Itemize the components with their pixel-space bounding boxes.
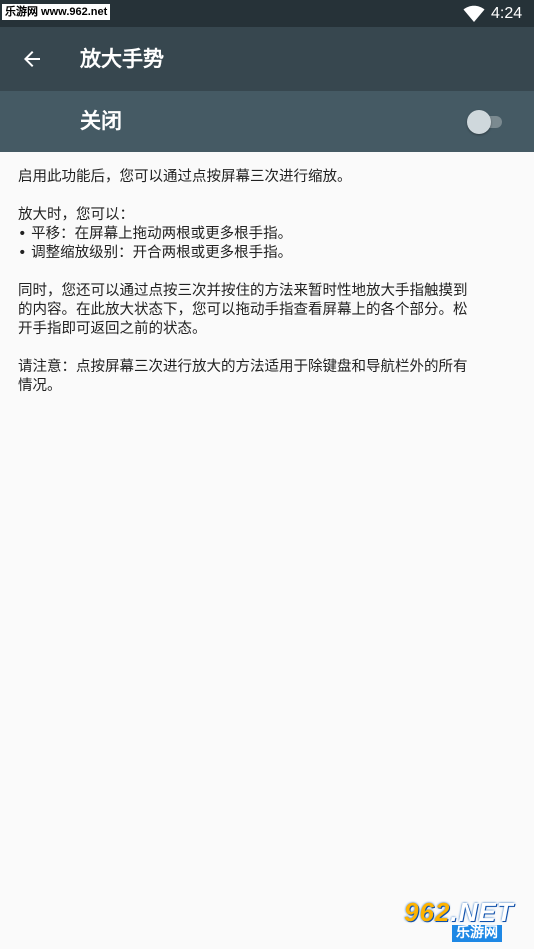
page-title: 放大手势 (80, 47, 164, 71)
when-zoomed-text: 放大时，您可以： (18, 207, 134, 223)
watermark-number: 962 (404, 897, 451, 927)
arrow-back-icon (24, 51, 40, 67)
status-time: 4:24 (491, 5, 523, 22)
watermark-logo: 962.NET 乐游网 (394, 897, 530, 943)
temp-line: 同时，您还可以通过点按三次并按住的方法来暂时性地放大手指触摸到 (18, 283, 468, 299)
temp-line: 的内容。在此放大状态下，您可以拖动手指查看屏幕上的各个部分。松 (18, 302, 468, 318)
watermark-main: 962.NET (404, 897, 514, 927)
source-label: 乐游网 www.962.net (2, 4, 111, 20)
magnification-toggle[interactable] (466, 108, 506, 136)
wifi-icon (463, 5, 485, 23)
bullet-pan: • 平移：在屏幕上拖动两根或更多根手指。 (18, 226, 293, 242)
note-text: 请注意：点按屏幕三次进行放大的方法适用于除键盘和导航栏外的所有 情况。 (18, 358, 518, 396)
status-bar: 乐游网 www.962.net 4:24 (0, 0, 534, 27)
app-toolbar: 放大手势 (0, 27, 534, 91)
bullet-zoom-level: • 调整缩放级别：开合两根或更多根手指。 (18, 245, 293, 261)
temporary-zoom-text: 同时，您还可以通过点按三次并按住的方法来暂时性地放大手指触摸到 的内容。在此放大… (18, 282, 518, 339)
back-button[interactable] (14, 41, 50, 77)
watermark-sub: 乐游网 (452, 925, 502, 942)
note-line: 请注意：点按屏幕三次进行放大的方法适用于除键盘和导航栏外的所有 (18, 359, 468, 375)
switch-label: 关闭 (80, 109, 122, 133)
toggle-thumb (467, 110, 491, 134)
temp-line: 开手指即可返回之前的状态。 (18, 321, 207, 337)
master-switch-bar[interactable]: 关闭 (0, 91, 534, 152)
intro-text: 启用此功能后，您可以通过点按屏幕三次进行缩放。 (18, 169, 352, 185)
zoom-actions: 放大时，您可以： • 平移：在屏幕上拖动两根或更多根手指。 • 调整缩放级别：开… (18, 206, 518, 263)
note-line: 情况。 (18, 378, 62, 394)
description: 启用此功能后，您可以通过点按屏幕三次进行缩放。 放大时，您可以： • 平移：在屏… (18, 168, 518, 415)
watermark-domain: .NET (450, 897, 514, 927)
